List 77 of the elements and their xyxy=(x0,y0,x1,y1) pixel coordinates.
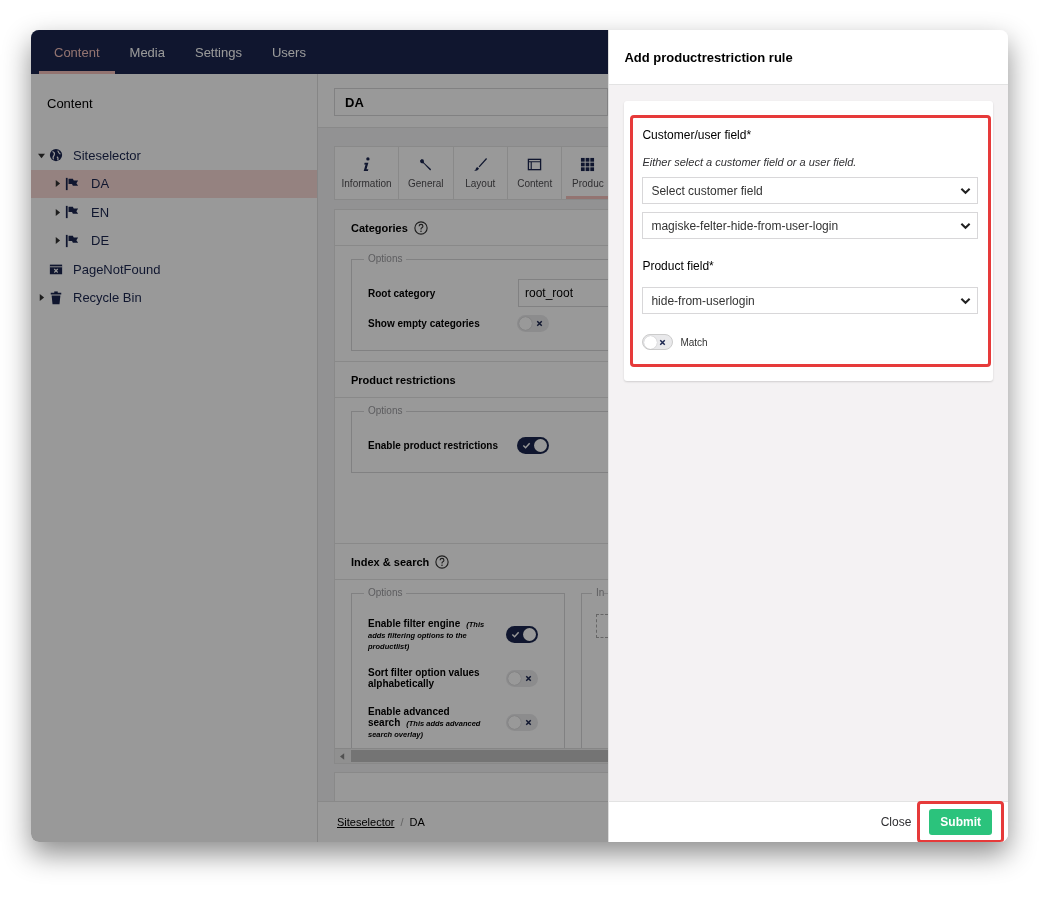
select-dropdown[interactable]: hide-from-userlogin xyxy=(642,287,978,314)
caret-icon xyxy=(37,151,45,159)
field-hint: Either select a customer field or a user field. xyxy=(642,156,858,168)
sidebar-title: Content xyxy=(46,95,94,113)
setting-label: Root category xyxy=(368,287,437,299)
tree-item[interactable]: DA xyxy=(31,169,317,198)
tree-item-label: DE xyxy=(91,233,110,249)
tree-item[interactable]: Siteselector xyxy=(31,141,317,170)
check-icon xyxy=(522,440,531,450)
section-title: Index & search xyxy=(351,555,430,568)
setting-label: Enable product restrictions xyxy=(368,439,500,451)
tree-item[interactable]: DE xyxy=(31,226,317,255)
editor-tab[interactable]: Layout xyxy=(453,147,508,199)
nav-tab[interactable]: Users xyxy=(256,30,321,74)
toggle-switch[interactable] xyxy=(517,314,549,332)
tree-item[interactable]: PageNotFound xyxy=(31,255,317,284)
select-dropdown[interactable]: magiske-felter-hide-from-user-login xyxy=(642,212,978,239)
check-icon xyxy=(511,629,520,639)
horizontal-scrollbar[interactable] xyxy=(335,748,609,763)
tree-item-label: DA xyxy=(91,176,110,192)
toggle-switch[interactable] xyxy=(517,436,549,454)
breadcrumb-current: DA xyxy=(409,816,425,828)
x-icon xyxy=(524,673,533,683)
caret-icon xyxy=(53,208,61,216)
field-label: Product field* xyxy=(642,259,715,273)
tree-item-label: EN xyxy=(91,204,110,220)
caret-icon xyxy=(53,237,61,245)
scroll-left-arrow-icon[interactable] xyxy=(340,752,345,760)
nav-tab[interactable]: Settings xyxy=(179,30,257,74)
tree-item-label: PageNotFound xyxy=(73,261,161,277)
editor-tab[interactable]: Content xyxy=(507,147,563,199)
breadcrumb-separator: / xyxy=(400,816,404,828)
caret-icon xyxy=(37,294,45,302)
grid-icon xyxy=(580,157,596,172)
dialog-title: Add productrestriction rule xyxy=(624,49,793,65)
close-link[interactable]: Close xyxy=(880,815,912,829)
select-dropdown[interactable]: Select customer field xyxy=(642,177,978,204)
fieldset-legend: Options xyxy=(364,253,407,264)
setting-label: Sort filter option values alphabetically xyxy=(368,667,481,689)
trash-icon xyxy=(49,290,63,305)
editor-tab[interactable]: Information xyxy=(335,147,400,199)
toggle-switch[interactable] xyxy=(506,625,538,643)
globe-icon xyxy=(49,148,63,163)
chevron-down-icon xyxy=(960,186,971,195)
chevron-down-icon xyxy=(960,221,971,230)
editor-tab[interactable]: General xyxy=(399,147,454,199)
tree-item[interactable]: Recycle Bin xyxy=(31,283,317,312)
toggle-switch[interactable] xyxy=(642,334,674,350)
editor-tab[interactable]: Produc xyxy=(562,147,609,199)
caret-icon xyxy=(53,180,61,188)
section-title: Categories xyxy=(351,221,408,234)
breadcrumb-link[interactable]: Siteselector xyxy=(337,816,395,828)
field-label: Customer/user field* xyxy=(642,128,753,142)
nav-tab[interactable]: Media xyxy=(114,30,180,74)
help-icon[interactable] xyxy=(413,220,428,235)
page-x-icon xyxy=(49,262,63,277)
fieldset-legend: Options xyxy=(364,587,407,598)
toggle-switch[interactable] xyxy=(506,669,538,687)
setting-label: Show empty categories xyxy=(368,317,481,329)
x-icon xyxy=(658,338,668,347)
flag-icon xyxy=(65,205,79,220)
section-title: Product restrictions xyxy=(351,373,456,386)
tree-item-label: Recycle Bin xyxy=(73,290,142,306)
fieldset-legend: Options xyxy=(364,405,407,416)
help-icon[interactable] xyxy=(435,554,450,569)
toggle-switch[interactable] xyxy=(506,713,538,731)
tree-item[interactable]: EN xyxy=(31,198,317,227)
x-icon xyxy=(535,318,544,328)
flag-icon xyxy=(65,176,79,191)
toggle-label: Match xyxy=(680,336,708,348)
name-field[interactable]: DA xyxy=(334,88,609,116)
window-icon xyxy=(527,157,543,172)
chevron-down-icon xyxy=(960,296,971,305)
flag-icon xyxy=(65,233,79,248)
tree-item-label: Siteselector xyxy=(73,147,141,163)
x-icon xyxy=(524,717,533,727)
brush-icon xyxy=(472,157,488,172)
